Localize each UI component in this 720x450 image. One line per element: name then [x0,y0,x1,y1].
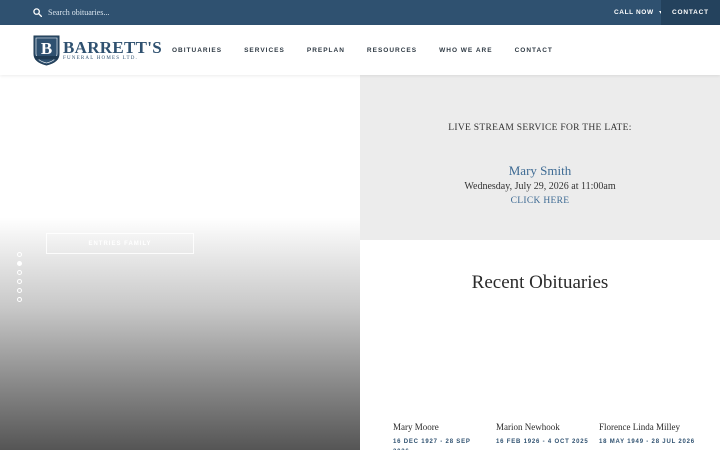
nav-resources[interactable]: RESOURCES [367,47,417,54]
call-now-dropdown[interactable]: CALL NOW [614,0,663,25]
slider-dot[interactable] [17,279,22,284]
obituary-card[interactable]: Marion Newhook 16 FEB 1926 - 4 OCT 2025 [496,422,592,447]
obituary-name: Marion Newhook [496,422,560,432]
obituary-card[interactable]: Florence Linda Milley 18 MAY 1949 - 28 J… [599,422,695,447]
logo-brand: BARRETT'S [63,37,163,57]
hero-cta-button[interactable]: ENTRIES FAMILY [46,233,194,254]
search-input[interactable] [48,8,208,17]
top-utility-bar: CALL NOW CONTACT [0,0,720,25]
obituary-dates: 16 DEC 1927 - 28 SEP 2026 [393,439,471,450]
logo[interactable]: B BARRETT'S FUNERAL HOMES LTD. [33,34,162,66]
nav-contact[interactable]: CONTACT [515,47,553,54]
nav-obituaries[interactable]: OBITUARIES [172,47,222,54]
obituary-dates: 16 FEB 1926 - 4 OCT 2025 [496,439,589,445]
obituary-card[interactable]: Mary Moore 16 DEC 1927 - 28 SEP 2026 [393,422,489,450]
obituary-name: Mary Moore [393,422,439,432]
logo-wordmark: BARRETT'S FUNERAL HOMES LTD. [63,39,162,62]
section-title: Recent Obituaries [471,272,609,293]
recent-obituaries-section: Recent Obituaries Mary Moore 16 DEC 1927… [360,240,720,450]
slider-dot[interactable] [17,270,22,275]
logo-letter: B [41,39,52,58]
obituary-dates: 18 MAY 1949 - 28 JUL 2026 [599,439,695,445]
slider-dots [17,252,22,302]
live-stream-name[interactable]: Mary Smith [360,163,720,179]
call-now-label: CALL NOW [614,9,654,16]
slider-dot[interactable] [17,252,22,257]
search-box[interactable] [33,0,208,25]
slider-dot[interactable] [17,288,22,293]
live-stream-panel: LIVE STREAM SERVICE FOR THE LATE: Mary S… [360,75,720,240]
slider-dot[interactable] [17,261,22,266]
live-stream-datetime: Wednesday, July 29, 2026 at 11:00am [464,181,616,192]
live-stream-link[interactable]: CLICK HERE [360,196,720,206]
slider-dot[interactable] [17,297,22,302]
logo-subtitle: FUNERAL HOMES LTD. [63,55,138,61]
obituary-name: Florence Linda Milley [599,422,680,432]
hero-slider: ENTRIES FAMILY [0,75,360,450]
nav-who-we-are[interactable]: WHO WE ARE [439,47,492,54]
search-icon [33,8,42,17]
nav-preplan[interactable]: PREPLAN [307,47,345,54]
nav-services[interactable]: SERVICES [244,47,285,54]
shield-logo-icon: B [33,35,60,66]
main-nav: OBITUARIES SERVICES PREPLAN RESOURCES WH… [172,25,575,75]
site-header: B BARRETT'S FUNERAL HOMES LTD. OBITUARIE… [0,25,720,75]
contact-button[interactable]: CONTACT [661,0,720,25]
live-stream-label: LIVE STREAM SERVICE FOR THE LATE: [448,123,632,133]
